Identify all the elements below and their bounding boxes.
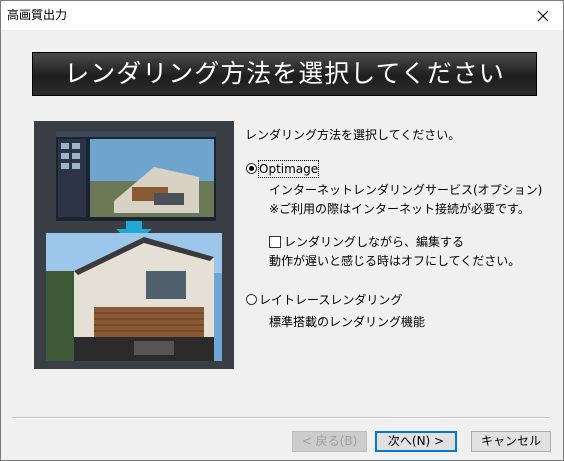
close-button[interactable]: [523, 1, 563, 30]
edit-while-rendering-label[interactable]: レンダリングしながら、編集する: [284, 234, 464, 250]
close-icon: [537, 10, 549, 21]
header-banner: レンダリング方法を選択してください: [32, 52, 537, 96]
rendering-preview-image: [46, 131, 222, 361]
optimage-description-1: インターネットレンダリングサービス(オプション): [269, 183, 543, 197]
back-button[interactable]: < 戻る(B): [292, 431, 367, 452]
dialog-window: 高画質出力 レンダリング方法を選択してください レンダリング方法を選択してくださ…: [0, 0, 564, 461]
optimage-radio-label[interactable]: Optimage: [257, 160, 320, 178]
banner-title: レンダリング方法を選択してください: [64, 59, 505, 88]
optimage-radio[interactable]: [246, 163, 257, 174]
optimage-description-2: ※ご利用の際はインターネット接続が必要です。: [269, 202, 530, 216]
edit-while-rendering-note: 動作が遅いと感じる時はオフにしてください。: [269, 254, 521, 268]
raytrace-radio[interactable]: [246, 294, 257, 305]
window-title: 高画質出力: [7, 8, 68, 22]
title-bar: 高画質出力: [1, 1, 563, 30]
preview-illustration: [34, 121, 234, 369]
raytrace-description: 標準搭載のレンダリング機能: [269, 315, 426, 329]
footer-separator: [12, 417, 550, 419]
instruction-text: レンダリング方法を選択してください。: [245, 128, 461, 142]
raytrace-radio-label[interactable]: レイトレースレンダリング: [259, 292, 402, 308]
edit-while-rendering-checkbox[interactable]: [269, 236, 281, 248]
next-button[interactable]: 次へ(N) >: [375, 431, 457, 452]
cancel-button[interactable]: キャンセル: [471, 431, 551, 452]
